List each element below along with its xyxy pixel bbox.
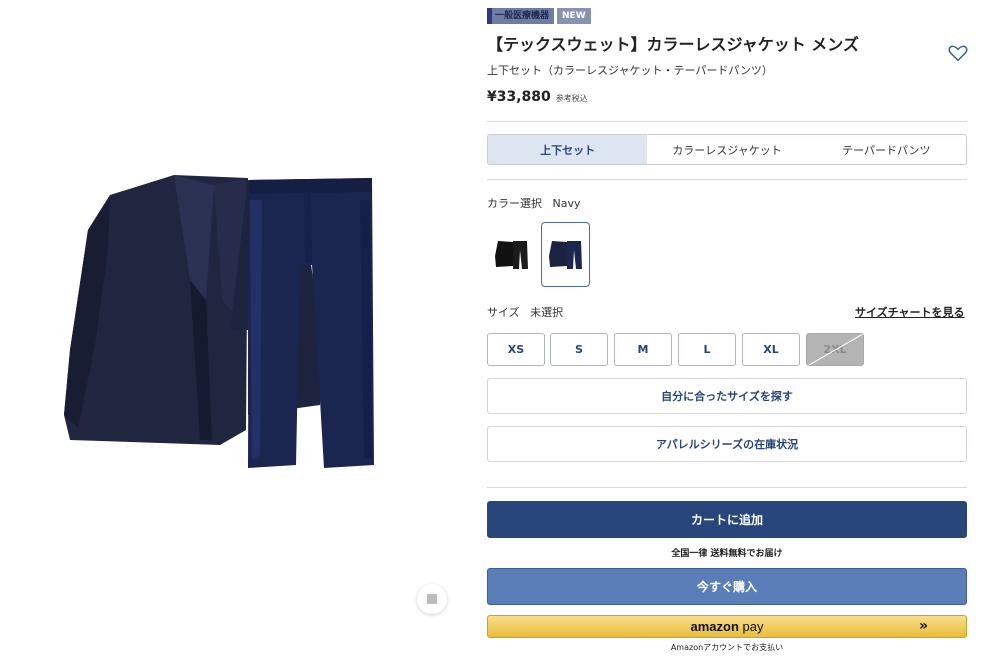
tab-pants[interactable]: テーパードパンツ — [807, 135, 966, 164]
amazon-pay-button[interactable]: amazon pay » — [487, 615, 967, 638]
price: ¥33,880 — [487, 89, 551, 105]
amazon-pay-brand: amazon — [690, 619, 739, 634]
favorite-heart-icon[interactable] — [947, 42, 969, 64]
set-tabs: 上下セット カラーレスジャケット テーパードパンツ — [487, 134, 967, 165]
selected-color: Navy — [552, 197, 581, 210]
size-option-xs[interactable]: XS — [487, 333, 545, 366]
size-option-2xl: 2XL — [806, 333, 864, 366]
add-to-cart-button[interactable]: カートに追加 — [487, 501, 967, 538]
product-image — [64, 175, 374, 468]
color-swatch-black[interactable] — [487, 222, 536, 287]
zoom-icon — [427, 594, 437, 604]
size-option-xl[interactable]: XL — [742, 333, 800, 366]
size-label: サイズ 未選択 — [487, 304, 563, 320]
divider — [487, 121, 967, 122]
find-size-button[interactable]: 自分に合ったサイズを探す — [487, 378, 967, 414]
size-option-l[interactable]: L — [678, 333, 736, 366]
price-row: ¥33,880 参考税込 — [487, 89, 588, 105]
tab-set[interactable]: 上下セット — [488, 135, 648, 164]
product-subtitle: 上下セット（カラーレスジャケット・テーパードパンツ） — [487, 64, 773, 77]
amazon-pay-note: Amazonアカウントでお支払い — [670, 643, 784, 652]
divider — [487, 179, 967, 180]
badge-row: 一般医療機器 NEW — [487, 8, 591, 24]
size-option-s[interactable]: S — [550, 333, 608, 366]
size-option-m[interactable]: M — [614, 333, 672, 366]
color-label-text: カラー選択 — [487, 197, 542, 210]
chevron-right-double-icon: » — [918, 618, 928, 634]
buy-now-button[interactable]: 今すぐ購入 — [487, 568, 967, 605]
new-badge: NEW — [557, 8, 591, 24]
amazon-pay-suffix: pay — [742, 619, 764, 634]
divider — [487, 487, 967, 488]
shipping-note: 全国一律 送料無料でお届け — [671, 549, 783, 559]
zoom-button[interactable] — [417, 584, 447, 614]
size-chart-link[interactable]: サイズチャートを見る — [855, 304, 965, 320]
size-status: 未選択 — [530, 306, 564, 319]
navy-set-thumbnail — [548, 240, 582, 269]
tax-note: 参考税込 — [555, 94, 588, 103]
black-set-thumbnail — [494, 240, 528, 269]
tab-jacket[interactable]: カラーレスジャケット — [647, 135, 806, 164]
stock-status-button[interactable]: アパレルシリーズの在庫状況 — [487, 426, 967, 462]
color-label: カラー選択 Navy — [487, 195, 581, 211]
medical-device-badge: 一般医療機器 — [487, 8, 555, 24]
amazon-pay-logo: amazon pay — [691, 619, 764, 634]
product-title: 【テックスウェット】カラーレスジャケット メンズ — [487, 35, 859, 54]
color-swatch-navy[interactable] — [541, 222, 590, 287]
product-image-area — [0, 0, 470, 661]
size-label-text: サイズ — [487, 306, 520, 319]
